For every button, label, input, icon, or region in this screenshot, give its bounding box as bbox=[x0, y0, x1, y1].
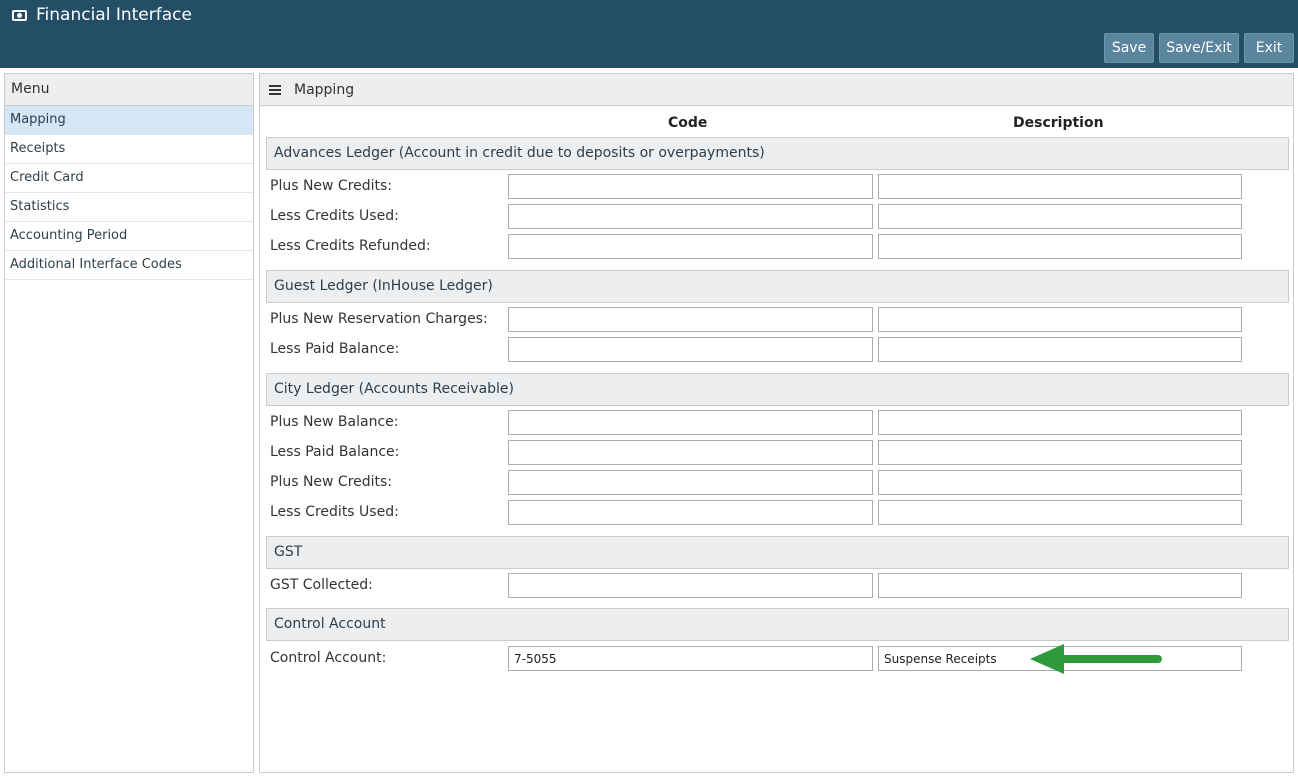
sidebar-item-mapping[interactable]: Mapping bbox=[5, 106, 253, 135]
code-input[interactable] bbox=[508, 174, 873, 199]
code-column-header: Code bbox=[668, 115, 708, 131]
code-input[interactable] bbox=[508, 410, 873, 435]
code-input[interactable] bbox=[508, 307, 873, 332]
code-input[interactable] bbox=[508, 470, 873, 495]
sidebar-item-credit-card[interactable]: Credit Card bbox=[5, 164, 253, 193]
description-input[interactable] bbox=[878, 573, 1242, 598]
field-label: Plus New Credits: bbox=[270, 178, 393, 194]
section-city-ledger: City Ledger (Accounts Receivable) bbox=[266, 373, 1289, 406]
field-label: Less Paid Balance: bbox=[270, 444, 400, 460]
sidebar-title: Menu bbox=[5, 74, 253, 106]
sidebar-item-additional-interface-codes[interactable]: Additional Interface Codes bbox=[5, 251, 253, 280]
field-label: Less Credits Refunded: bbox=[270, 238, 431, 254]
top-bar: Financial Interface Save Save/Exit Exit bbox=[0, 0, 1298, 68]
section-control-account: Control Account bbox=[266, 608, 1289, 641]
field-label: Plus New Reservation Charges: bbox=[270, 311, 488, 327]
description-input[interactable] bbox=[878, 440, 1242, 465]
field-label: Less Paid Balance: bbox=[270, 341, 400, 357]
main-panel: Mapping Code Description Advances Ledger… bbox=[259, 73, 1294, 773]
description-input[interactable] bbox=[878, 234, 1242, 259]
page-title: Mapping bbox=[294, 82, 355, 98]
code-input[interactable] bbox=[508, 204, 873, 229]
field-label: Plus New Credits: bbox=[270, 474, 393, 490]
description-column-header: Description bbox=[1013, 115, 1104, 131]
field-label: Less Credits Used: bbox=[270, 208, 399, 224]
sidebar-item-receipts[interactable]: Receipts bbox=[5, 135, 253, 164]
save-button[interactable]: Save bbox=[1104, 33, 1154, 63]
app-title: Financial Interface bbox=[36, 5, 192, 25]
description-input[interactable] bbox=[878, 410, 1242, 435]
section-gst: GST bbox=[266, 536, 1289, 569]
save-exit-button[interactable]: Save/Exit bbox=[1159, 33, 1239, 63]
exit-button[interactable]: Exit bbox=[1244, 33, 1294, 63]
field-label: Control Account: bbox=[270, 650, 387, 666]
code-input[interactable] bbox=[508, 234, 873, 259]
field-label: Plus New Balance: bbox=[270, 414, 399, 430]
description-input[interactable] bbox=[878, 174, 1242, 199]
section-advances-ledger: Advances Ledger (Account in credit due t… bbox=[266, 137, 1289, 170]
main-header: Mapping bbox=[260, 74, 1293, 106]
green-arrow-annotation bbox=[1030, 644, 1162, 674]
field-label: Less Credits Used: bbox=[270, 504, 399, 520]
description-input[interactable] bbox=[878, 307, 1242, 332]
description-input[interactable] bbox=[878, 337, 1242, 362]
control-account-code-input[interactable] bbox=[508, 646, 873, 671]
hamburger-icon[interactable] bbox=[269, 85, 281, 95]
money-icon bbox=[12, 10, 27, 21]
code-input[interactable] bbox=[508, 500, 873, 525]
section-guest-ledger: Guest Ledger (InHouse Ledger) bbox=[266, 270, 1289, 303]
code-input[interactable] bbox=[508, 337, 873, 362]
sidebar-item-statistics[interactable]: Statistics bbox=[5, 193, 253, 222]
code-input[interactable] bbox=[508, 573, 873, 598]
description-input[interactable] bbox=[878, 204, 1242, 229]
sidebar: Menu Mapping Receipts Credit Card Statis… bbox=[4, 73, 254, 773]
description-input[interactable] bbox=[878, 470, 1242, 495]
description-input[interactable] bbox=[878, 500, 1242, 525]
code-input[interactable] bbox=[508, 440, 873, 465]
field-label: GST Collected: bbox=[270, 577, 373, 593]
sidebar-item-accounting-period[interactable]: Accounting Period bbox=[5, 222, 253, 251]
